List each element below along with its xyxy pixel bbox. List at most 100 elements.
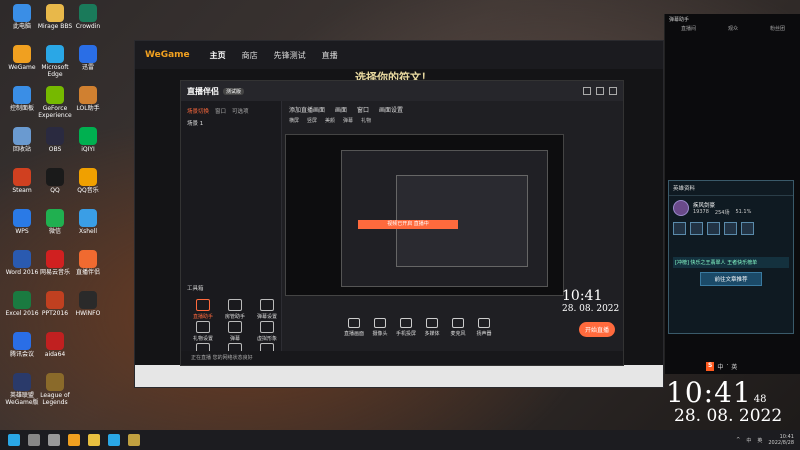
desktop-icon[interactable]: 迅雷 bbox=[70, 45, 106, 71]
minimize-icon[interactable] bbox=[583, 87, 591, 95]
desktop-icon[interactable]: PPT2016 bbox=[37, 291, 73, 317]
desktop-icon[interactable]: WPS bbox=[4, 209, 40, 235]
desktop-icon-label: HWiNFO bbox=[75, 310, 101, 317]
app-icon bbox=[13, 291, 31, 309]
tab-home[interactable]: 主页 bbox=[210, 50, 226, 61]
desktop-icon[interactable]: 英雄联盟 WeGame版 bbox=[4, 373, 40, 406]
tab-windows[interactable]: 窗口 bbox=[215, 107, 226, 115]
start-live-button[interactable]: 开始直播 bbox=[578, 322, 615, 337]
toolbox-item[interactable]: 直播助手 bbox=[189, 299, 217, 320]
app-icon bbox=[46, 4, 64, 22]
desktop-icon-label: 网易云音乐 bbox=[39, 269, 70, 276]
desktop-icon[interactable]: 此电脑 bbox=[4, 4, 40, 30]
bottom-button-icon bbox=[478, 317, 490, 328]
windows-start-icon[interactable] bbox=[8, 434, 20, 446]
desktop-icon[interactable]: Microsoft Edge bbox=[37, 45, 73, 78]
zb-hdr-3[interactable]: 画面设置 bbox=[379, 105, 403, 114]
skill-icon bbox=[741, 222, 754, 235]
desktop-icon[interactable]: Word 2016 bbox=[4, 250, 40, 276]
explorer-icon[interactable] bbox=[88, 434, 100, 446]
desktop-icon[interactable]: Mirage BBS bbox=[37, 4, 73, 30]
bottom-button[interactable]: 麦克风 bbox=[445, 317, 471, 337]
wegame-bottombar bbox=[135, 365, 663, 387]
desktop-icon[interactable]: OBS bbox=[37, 127, 73, 153]
desktop-icon[interactable]: League of Legends bbox=[37, 373, 73, 406]
ime-item[interactable]: 中 bbox=[717, 362, 723, 371]
desktop-icon[interactable]: Excel 2016 bbox=[4, 291, 40, 317]
tray-item[interactable]: ^ bbox=[736, 437, 740, 443]
preview-clock-date: 28. 08. 2022 bbox=[562, 304, 620, 314]
bottom-button[interactable]: 多媒体 bbox=[419, 317, 445, 337]
desktop-icon[interactable]: iQIYI bbox=[70, 127, 106, 153]
desktop-icon[interactable]: WeGame bbox=[4, 45, 40, 71]
zb-hdr2-3[interactable]: 弹幕 bbox=[343, 117, 353, 124]
desktop-icon[interactable]: LOL助手 bbox=[70, 86, 106, 112]
desktop-icon[interactable]: 网易云音乐 bbox=[37, 250, 73, 276]
toolbox-item[interactable]: 房管助手 bbox=[221, 299, 249, 320]
bottom-button-icon bbox=[374, 317, 386, 328]
taskbar-clock[interactable]: 10:41 2022/8/28 bbox=[768, 434, 794, 446]
bottom-button[interactable]: 摄像头 bbox=[367, 317, 393, 337]
tray-item[interactable]: 英 bbox=[757, 437, 762, 444]
tab-scenes[interactable]: 场景切换 bbox=[187, 107, 209, 115]
desktop-icon[interactable]: HWiNFO bbox=[70, 291, 106, 317]
toolbox-item[interactable]: 虚拟形象 bbox=[253, 321, 281, 342]
taskbar-date: 2022/8/28 bbox=[768, 440, 794, 446]
zb-hdr2-2[interactable]: 美颜 bbox=[325, 117, 335, 124]
bottom-button[interactable]: 手机投屏 bbox=[393, 317, 419, 337]
zb-hdr-1[interactable]: 画面 bbox=[335, 105, 347, 114]
ime-toolbar[interactable]: S 中 · 英 bbox=[706, 362, 737, 371]
desktop-icon-label: 迅雷 bbox=[81, 64, 94, 71]
preview-banner: 视频已开启 直播中 bbox=[358, 220, 458, 229]
desktop-icon-label: Mirage BBS bbox=[37, 23, 73, 30]
app-icon bbox=[13, 45, 31, 63]
app-icon bbox=[79, 4, 97, 22]
bottom-button[interactable]: 扬声器 bbox=[471, 317, 497, 337]
tool-label: 虚拟形象 bbox=[256, 336, 277, 342]
tool-icon bbox=[228, 299, 242, 311]
desktop-icon[interactable]: Steam bbox=[4, 168, 40, 194]
toolbox-item[interactable]: 弹幕设置 bbox=[253, 299, 281, 320]
desktop-icon[interactable]: aida64 bbox=[37, 332, 73, 358]
sogou-icon[interactable]: S bbox=[706, 362, 715, 371]
desktop-icon[interactable]: 腾讯会议 bbox=[4, 332, 40, 358]
maximize-icon[interactable] bbox=[596, 87, 604, 95]
desktop-icon[interactable]: Xshell bbox=[70, 209, 106, 235]
desktop-icon[interactable]: 控制面板 bbox=[4, 86, 40, 112]
lol-icon[interactable] bbox=[128, 434, 140, 446]
close-icon[interactable] bbox=[609, 87, 617, 95]
desktop-icon[interactable]: QQ bbox=[37, 168, 73, 194]
tab-pioneer[interactable]: 先锋测试 bbox=[274, 50, 306, 61]
desktop-icon[interactable]: GeForce Experience bbox=[37, 86, 73, 119]
taskbar: ^ 中 英 10:41 2022/8/28 bbox=[0, 430, 800, 450]
edge-icon[interactable] bbox=[108, 434, 120, 446]
desktop-icon[interactable]: Crowdin bbox=[70, 4, 106, 30]
desktop-icon[interactable]: 微信 bbox=[37, 209, 73, 235]
zb-hdr2-0[interactable]: 横屏 bbox=[289, 117, 299, 124]
tab-options[interactable]: 可选项 bbox=[232, 107, 249, 115]
zb-hdr-2[interactable]: 窗口 bbox=[357, 105, 369, 114]
app-icon bbox=[79, 250, 97, 268]
article-button[interactable]: 前往文章推荐 bbox=[700, 272, 762, 286]
tab-live[interactable]: 直播 bbox=[322, 50, 338, 61]
zb-hdr2-4[interactable]: 礼物 bbox=[361, 117, 371, 124]
toolbox-item[interactable]: 弹幕 bbox=[221, 321, 249, 342]
skill-icon bbox=[724, 222, 737, 235]
taskview-icon[interactable] bbox=[48, 434, 60, 446]
desktop-icon[interactable]: QQ音乐 bbox=[70, 168, 106, 194]
tray-item[interactable]: 中 bbox=[746, 437, 751, 444]
bottom-button[interactable]: 直播画面 bbox=[341, 317, 367, 337]
desktop-icon[interactable]: 回收站 bbox=[4, 127, 40, 153]
desktop-icon[interactable]: 直播伴侣 bbox=[70, 250, 106, 276]
app-icon bbox=[13, 168, 31, 186]
app-icon bbox=[79, 86, 97, 104]
zb-hdr2-1[interactable]: 竖屏 bbox=[307, 117, 317, 124]
tab-store[interactable]: 商店 bbox=[242, 50, 258, 61]
ime-item[interactable]: 英 bbox=[731, 362, 737, 371]
bottom-button-label: 多媒体 bbox=[424, 330, 440, 337]
wegame-icon[interactable] bbox=[68, 434, 80, 446]
toolbox-item[interactable]: 礼物设置 bbox=[189, 321, 217, 342]
scene-item[interactable]: 场景 1 bbox=[181, 117, 281, 129]
zb-hdr-0[interactable]: 添加直播画面 bbox=[289, 105, 325, 114]
search-icon[interactable] bbox=[28, 434, 40, 446]
